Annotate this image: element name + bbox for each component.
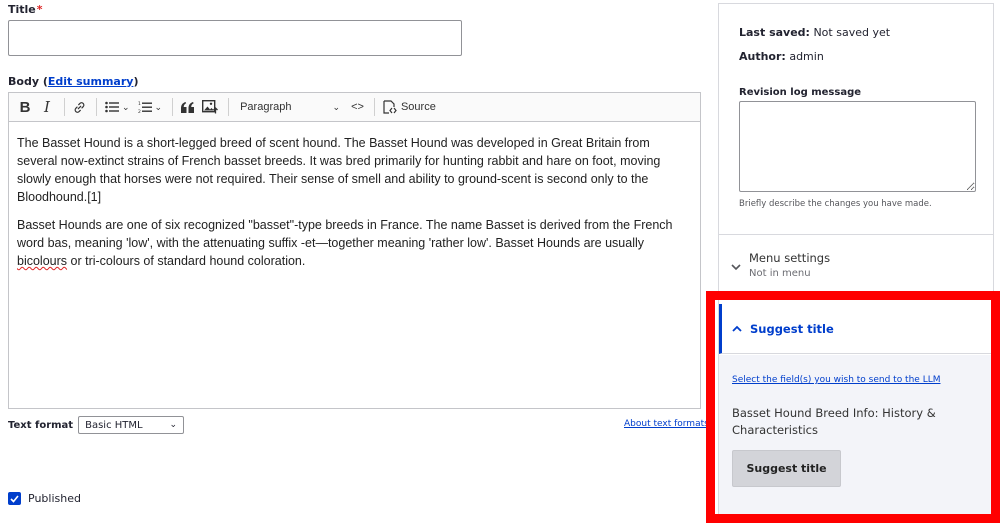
toolbar-separator [172,98,174,116]
suggest-title-button[interactable]: Suggest title [732,450,841,487]
svg-text:1: 1 [138,101,141,107]
suggest-title-toggle[interactable]: Suggest title [719,304,993,354]
menu-settings-title: Menu settings [749,251,831,265]
toolbar-separator [96,98,97,116]
toolbar-separator [64,98,65,116]
revision-log-label: Revision log message [739,87,862,98]
text-format-label: Text format [8,419,74,431]
menu-settings-summary: Not in menu [749,268,811,279]
suggest-title-header: Suggest title [750,321,834,336]
svg-text:2: 2 [138,109,141,114]
text-format-select[interactable]: Basic HTML ⌄ [78,416,185,434]
link-icon [74,101,85,113]
image-upload-icon [202,100,219,114]
blockquote-button[interactable] [178,96,197,118]
source-icon [383,100,397,114]
misspelled-word: bicolours [17,254,68,268]
paragraph-format-label: Paragraph [240,101,292,113]
editor-content-area[interactable]: The Basset Hound is a short-legged breed… [9,122,700,270]
text-format-row: Text format Basic HTML ⌄ [8,416,185,434]
section-divider [719,234,993,235]
numbered-list-icon: 12 [138,101,152,114]
editor-toolbar: B I ⌄ 12 ⌄ Paragraph ⌄ <> Source [9,93,700,122]
bulleted-list-button[interactable]: ⌄ [102,96,133,118]
revision-log-textarea[interactable] [739,101,976,192]
source-button[interactable]: Source [380,96,439,118]
paragraph-format-dropdown[interactable]: Paragraph ⌄ [234,96,346,118]
required-mark: * [36,3,43,16]
node-sidebar: Last saved: Not saved yet Author: admin … [718,3,994,523]
body-paragraph: Basset Hounds are one of six recognized … [17,218,673,268]
chevron-down-icon [731,264,741,271]
menu-settings-toggle[interactable]: Menu settings Not in menu [731,251,830,279]
chevron-up-icon [732,325,742,332]
chevron-down-icon: ⌄ [332,101,341,112]
numbered-list-button[interactable]: 12 ⌄ [135,96,166,118]
code-icon: <> [351,101,364,113]
suggest-title-panel: Select the field(s) you wish to send to … [719,355,993,520]
last-saved-info: Last saved: Not saved yet [739,26,891,39]
bold-button[interactable]: B [15,96,35,118]
published-toggle[interactable]: Published [8,492,81,505]
body-label: Body (Edit summary) [8,75,139,88]
about-text-formats-link[interactable]: About text formats [624,419,709,429]
toolbar-separator [373,98,375,116]
title-input[interactable] [8,20,462,56]
body-paragraph: The Basset Hound is a short-legged breed… [17,136,661,204]
chevron-down-icon: ⌄ [169,420,178,430]
rich-text-editor: B I ⌄ 12 ⌄ Paragraph ⌄ <> Source The Bas… [8,92,701,409]
quote-icon [181,101,195,113]
toolbar-separator [228,98,230,116]
bulleted-list-icon [105,101,119,113]
text-format-value: Basic HTML [85,419,143,431]
source-label: Source [400,101,436,113]
chevron-down-icon: ⌄ [154,101,163,112]
checkmark-icon [10,494,19,503]
chevron-down-icon: ⌄ [122,101,130,112]
edit-summary-link[interactable]: Edit summary [48,75,134,88]
italic-button[interactable]: I [37,96,57,118]
insert-image-button[interactable] [199,96,221,118]
title-label: Title* [8,3,43,16]
code-button[interactable]: <> [348,96,367,118]
published-checkbox[interactable] [8,492,21,505]
published-label: Published [28,492,81,505]
revision-log-help: Briefly describe the changes you have ma… [739,199,932,209]
author-info: Author: admin [739,50,824,63]
link-button[interactable] [70,96,89,118]
select-fields-link[interactable]: Select the field(s) you wish to send to … [732,375,940,385]
suggested-title-text: Basset Hound Breed Info: History & Chara… [732,406,936,437]
